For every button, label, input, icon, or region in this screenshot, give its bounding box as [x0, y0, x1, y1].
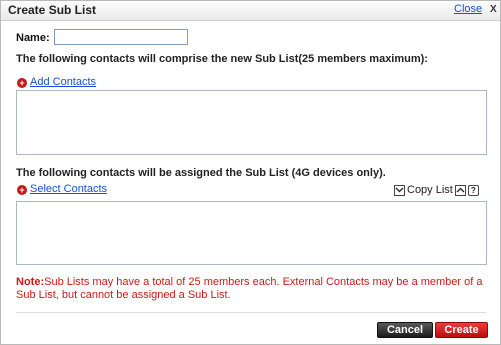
name-label: Name:	[16, 32, 50, 44]
assign-description: The following contacts will be assigned …	[16, 167, 386, 179]
select-contacts-link[interactable]: Select Contacts	[30, 183, 107, 195]
copy-down-icon[interactable]	[394, 184, 405, 196]
assigned-list-box[interactable]	[16, 201, 487, 265]
close-icon[interactable]: X	[490, 4, 497, 15]
create-button[interactable]: Create	[435, 322, 488, 338]
note-body: Sub Lists may have a total of 25 members…	[16, 276, 483, 301]
title-bar: Create Sub List Close X	[1, 1, 500, 21]
copy-list-tools: Copy List ?	[394, 184, 479, 196]
copy-up-icon[interactable]	[454, 184, 466, 196]
add-contacts-link[interactable]: Add Contacts	[30, 76, 96, 88]
dialog-title: Create Sub List	[8, 3, 97, 17]
add-contacts-row[interactable]: + Add Contacts	[17, 76, 96, 88]
members-list-box[interactable]	[16, 90, 487, 155]
divider	[16, 312, 486, 313]
name-field[interactable]	[54, 29, 188, 45]
help-icon[interactable]: ?	[467, 184, 479, 196]
close-link[interactable]: Close	[454, 3, 482, 15]
note-text: Note:Sub Lists may have a total of 25 me…	[16, 276, 486, 302]
plus-circle-icon: +	[17, 78, 27, 88]
select-contacts-row[interactable]: + Select Contacts	[17, 183, 107, 195]
create-sub-list-dialog: Create Sub List Close X Name: The follow…	[0, 0, 501, 345]
plus-circle-icon: +	[17, 185, 27, 195]
members-description: The following contacts will comprise the…	[16, 53, 428, 65]
note-prefix: Note:	[16, 276, 45, 288]
cancel-button[interactable]: Cancel	[377, 322, 433, 338]
copy-list-label: Copy List	[407, 184, 453, 196]
